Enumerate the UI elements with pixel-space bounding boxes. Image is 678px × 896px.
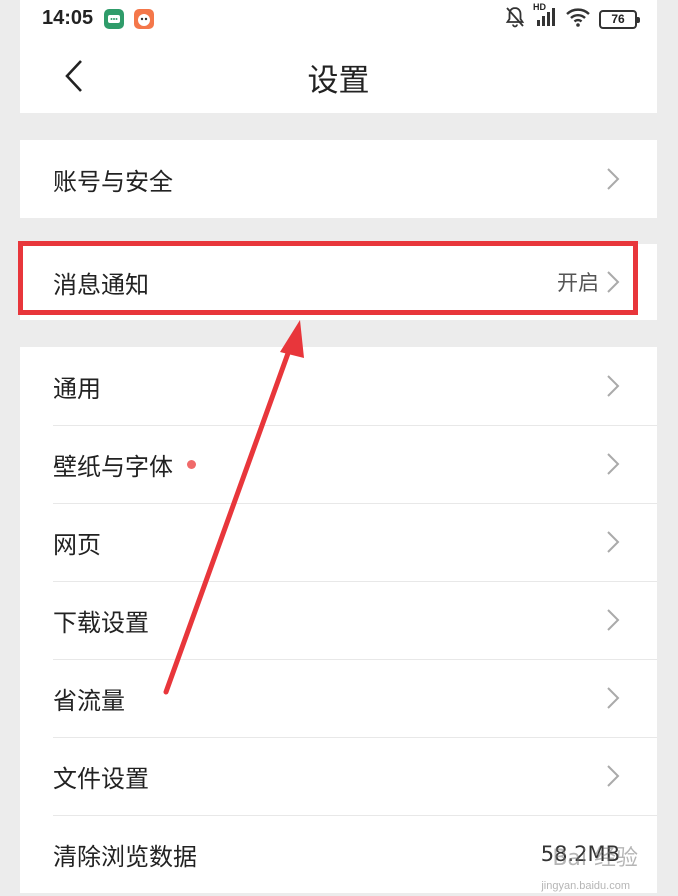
row-label: 网页 — [53, 530, 101, 559]
notification-status: 开启 — [557, 271, 599, 295]
wifi-icon — [565, 6, 591, 32]
chevron-right-icon — [607, 271, 620, 293]
mascot-app-icon — [134, 9, 154, 29]
row-label: 下载设置 — [53, 608, 149, 637]
settings-group-main: 通用 壁纸与字体 网页 下载设置 省流量 文件设置 清除浏览数据 58.2MB — [20, 347, 657, 893]
row-label: 省流量 — [53, 686, 125, 715]
chevron-right-icon — [607, 531, 620, 553]
watermark: Bai 经验 — [552, 846, 638, 871]
nav-bar: 设置 — [20, 38, 657, 113]
row-label: 文件设置 — [53, 764, 149, 793]
page-title: 设置 — [307, 63, 370, 99]
battery-indicator: 76 — [599, 9, 640, 29]
chevron-right-icon — [607, 687, 620, 709]
watermark-url: jingyan.baidu.com — [541, 880, 630, 892]
mute-bell-icon — [505, 6, 525, 32]
chevron-right-icon — [607, 609, 620, 631]
chevron-right-icon — [607, 453, 620, 475]
settings-row-data-saver[interactable]: 省流量 — [20, 659, 657, 737]
settings-row-file[interactable]: 文件设置 — [20, 737, 657, 815]
settings-row-general[interactable]: 通用 — [20, 347, 657, 425]
chevron-right-icon — [607, 375, 620, 397]
message-app-icon — [104, 9, 124, 29]
settings-row-download[interactable]: 下载设置 — [20, 581, 657, 659]
settings-row-wallpaper-font[interactable]: 壁纸与字体 — [20, 425, 657, 503]
row-label: 通用 — [53, 374, 101, 403]
cell-signal-icon: HD — [533, 2, 557, 32]
row-label: 壁纸与字体 — [53, 452, 173, 481]
settings-group-account: 账号与安全 — [20, 140, 657, 218]
status-bar: 14:05 HD 76 — [20, 0, 657, 38]
settings-group-notification: 消息通知 开启 — [20, 244, 657, 320]
settings-row-webpage[interactable]: 网页 — [20, 503, 657, 581]
network-label: HD — [533, 2, 546, 12]
new-badge-dot — [187, 459, 196, 469]
row-label: 清除浏览数据 — [53, 842, 197, 871]
status-indicators: HD 76 — [505, 2, 640, 32]
settings-row-notifications[interactable]: 消息通知 开启 — [20, 244, 657, 320]
chevron-right-icon — [607, 168, 620, 190]
chevron-right-icon — [607, 765, 620, 787]
row-label: 账号与安全 — [53, 167, 173, 196]
settings-row-account-security[interactable]: 账号与安全 — [20, 140, 657, 218]
row-label: 消息通知 — [53, 270, 149, 299]
status-time: 14:05 — [42, 7, 94, 29]
